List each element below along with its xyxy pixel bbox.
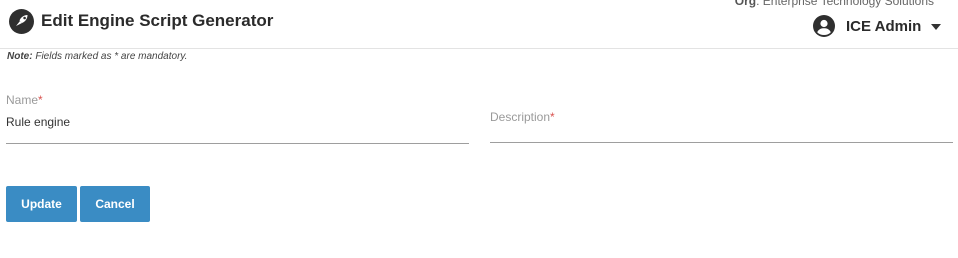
page-title: Edit Engine Script Generator bbox=[41, 11, 274, 30]
cancel-button[interactable]: Cancel bbox=[80, 186, 150, 222]
description-input-underline bbox=[490, 142, 953, 143]
description-label-text: Description bbox=[490, 110, 551, 124]
note-text: Fields marked as * are mandatory. bbox=[32, 51, 188, 62]
mandatory-fields-note: Note: Fields marked as * are mandatory. bbox=[7, 51, 187, 62]
user-menu[interactable]: ICE Admin bbox=[812, 13, 942, 39]
caret-down-icon[interactable] bbox=[931, 24, 942, 30]
name-label: Name* bbox=[6, 93, 469, 107]
update-button[interactable]: Update bbox=[6, 186, 77, 222]
account-circle-icon bbox=[813, 15, 835, 37]
name-input-underline bbox=[6, 143, 469, 144]
note-label: Note: bbox=[7, 51, 33, 62]
page-header: Edit Engine Script Generator Org: Enterp… bbox=[0, 0, 958, 49]
name-label-text: Name bbox=[6, 93, 39, 107]
org-name: : Enterprise Technology Solutions bbox=[756, 0, 934, 8]
description-label: Description* bbox=[490, 110, 953, 124]
description-input[interactable] bbox=[490, 128, 953, 142]
user-name: ICE Admin bbox=[846, 17, 922, 35]
required-marker: * bbox=[550, 110, 555, 124]
required-marker: * bbox=[38, 93, 43, 107]
org-label: Org bbox=[734, 0, 757, 8]
name-field: Name* bbox=[6, 93, 469, 144]
description-field: Description* bbox=[490, 110, 953, 143]
org-info: Org: Enterprise Technology Solutions bbox=[735, 0, 934, 8]
rocket-logo-icon bbox=[9, 9, 34, 34]
name-input[interactable] bbox=[6, 114, 469, 130]
